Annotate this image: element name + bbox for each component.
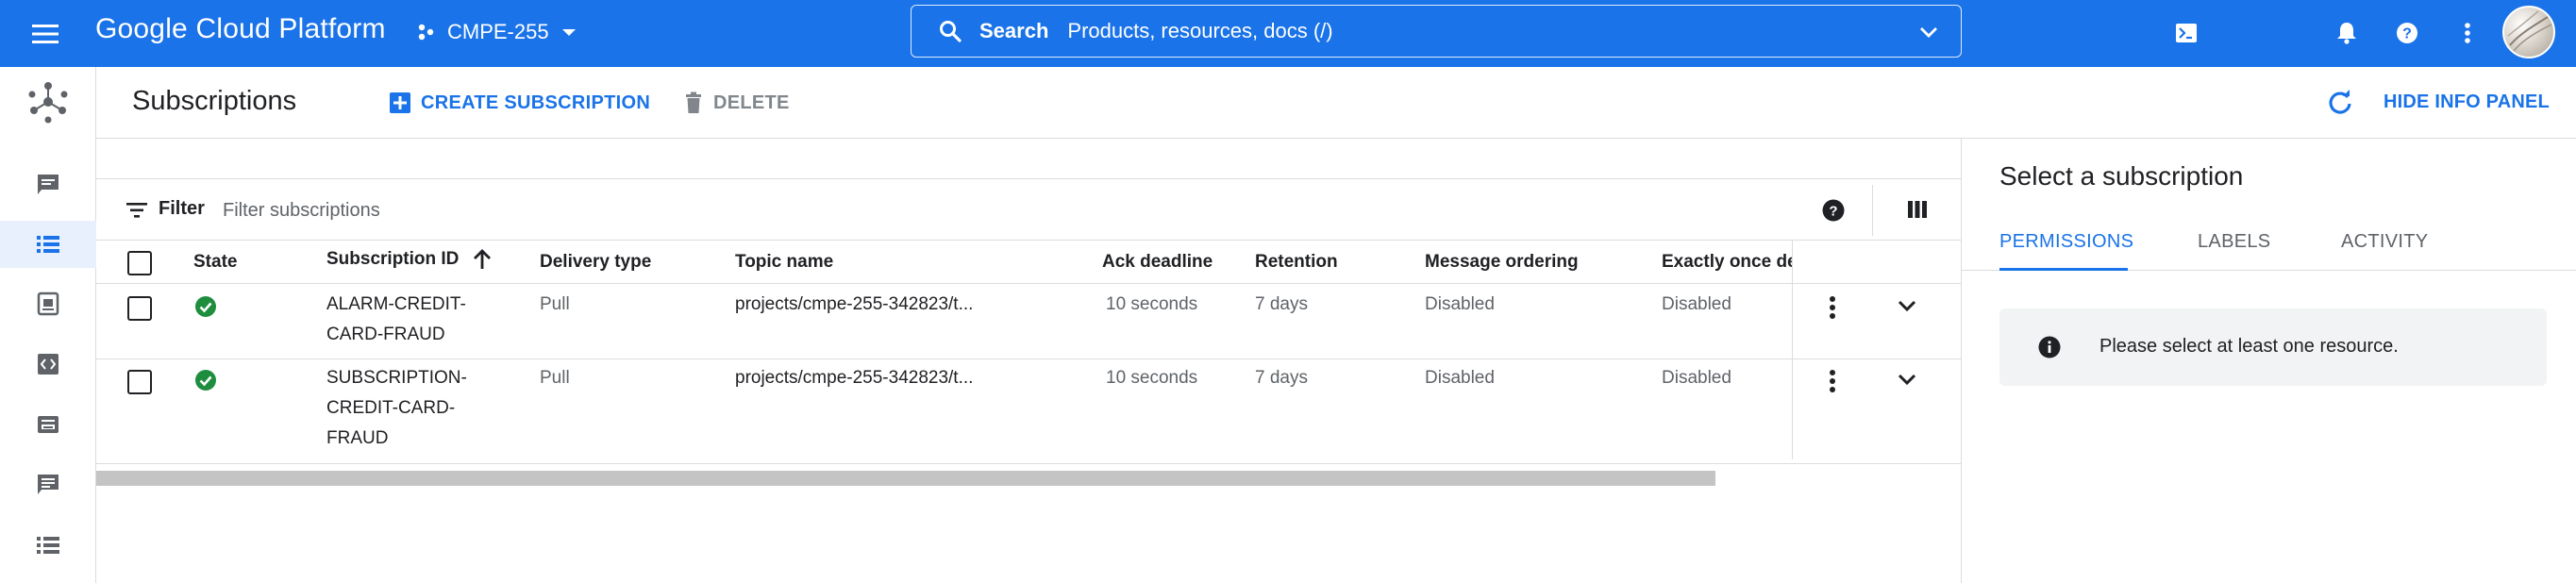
tab-activity[interactable]: ACTIVITY <box>2341 231 2428 253</box>
snapshots-icon[interactable] <box>34 290 62 318</box>
schemas-icon[interactable] <box>34 350 62 378</box>
avatar[interactable] <box>2502 6 2555 58</box>
topic-name-link[interactable]: projects/cmpe-255-342823/t... <box>735 290 973 320</box>
action-bar: Subscriptions CREATE SUBSCRIPTION DELETE… <box>96 67 2576 139</box>
column-header-subscription-id[interactable]: Subscription ID <box>326 248 493 271</box>
lite-subscriptions-icon[interactable] <box>34 471 62 499</box>
retention: 7 days <box>1255 368 1308 388</box>
lite-topics-icon[interactable] <box>34 410 62 439</box>
left-nav <box>0 67 96 583</box>
row-checkbox[interactable] <box>127 370 152 394</box>
subscription-id[interactable]: ALARM-CREDIT- CARD-FRAUD <box>326 290 466 350</box>
help-icon[interactable]: ? <box>2391 17 2423 49</box>
chevron-down-icon[interactable] <box>1895 293 1919 318</box>
exactly-once-delivery: Disabled <box>1662 368 1731 388</box>
trash-icon <box>683 92 704 114</box>
project-icon <box>415 21 438 43</box>
ack-deadline: 10 seconds <box>1106 368 1198 388</box>
delete-button[interactable]: DELETE <box>683 90 790 116</box>
check-circle-icon <box>194 295 217 318</box>
chevron-down-icon[interactable] <box>1917 21 1940 43</box>
cloud-shell-icon[interactable] <box>2170 17 2202 49</box>
divider <box>1872 185 1873 236</box>
sidebar-item-subscriptions[interactable] <box>0 221 96 268</box>
info-panel-tabs: PERMISSIONS LABELS ACTIVITY <box>1962 214 2576 271</box>
column-header-topic-name[interactable]: Topic name <box>735 252 833 273</box>
top-app-bar: Google Cloud Platform CMPE-255 Search Pr… <box>0 0 2576 67</box>
info-message: Please select at least one resource. <box>1999 308 2547 386</box>
refresh-icon[interactable] <box>2325 88 2355 118</box>
column-header-ack-deadline[interactable]: Ack deadline <box>1102 252 1213 273</box>
horizontal-scrollbar[interactable] <box>96 471 1715 486</box>
row-checkbox[interactable] <box>127 296 152 321</box>
subscription-id[interactable]: SUBSCRIPTION- CREDIT-CARD- FRAUD <box>326 363 467 454</box>
search-placeholder: Products, resources, docs (/) <box>1067 19 1333 42</box>
lite-reservations-icon[interactable] <box>34 531 62 559</box>
create-subscription-label: CREATE SUBSCRIPTION <box>421 92 651 113</box>
column-header-delivery-type[interactable]: Delivery type <box>540 252 651 273</box>
pubsub-logo-icon[interactable] <box>25 78 72 125</box>
exactly-once-delivery: Disabled <box>1662 294 1731 314</box>
column-display-icon[interactable] <box>1906 198 1929 221</box>
tab-permissions[interactable]: PERMISSIONS <box>1999 231 2133 253</box>
filter-label[interactable]: Filter <box>159 198 205 220</box>
app-title[interactable]: Google Cloud Platform <box>95 13 386 45</box>
project-selector[interactable]: CMPE-255 <box>415 13 579 51</box>
more-vert-icon[interactable] <box>1821 367 1844 395</box>
filter-icon[interactable] <box>125 200 149 221</box>
help-icon[interactable]: ? <box>1821 198 1846 223</box>
retention: 7 days <box>1255 294 1308 314</box>
menu-icon[interactable] <box>26 15 64 53</box>
chevron-down-icon[interactable] <box>1895 367 1919 391</box>
table-header: State Subscription ID Delivery type Topi… <box>96 241 1961 284</box>
info-message-text: Please select at least one resource. <box>2099 336 2399 357</box>
create-subscription-button[interactable]: CREATE SUBSCRIPTION <box>389 90 650 116</box>
filter-bar: Filter ? <box>96 178 1961 241</box>
subscriptions-icon <box>34 230 62 258</box>
info-icon <box>2037 335 2062 359</box>
delete-label: DELETE <box>713 92 790 113</box>
active-tab-indicator <box>1999 268 2128 271</box>
sticky-column-divider <box>1792 241 1793 459</box>
search-icon <box>938 19 962 43</box>
delivery-type: Pull <box>540 368 570 388</box>
check-circle-icon <box>194 369 217 391</box>
table-row[interactable]: SUBSCRIPTION- CREDIT-CARD- FRAUD Pull pr… <box>96 359 1961 464</box>
chevron-down-icon <box>559 22 579 42</box>
column-header-message-ordering[interactable]: Message ordering <box>1425 252 1579 273</box>
info-panel: Select a subscription PERMISSIONS LABELS… <box>1961 139 2576 583</box>
column-header-retention[interactable]: Retention <box>1255 252 1338 273</box>
ack-deadline: 10 seconds <box>1106 294 1198 314</box>
select-all-checkbox[interactable] <box>127 251 152 275</box>
search-label: Search <box>979 19 1049 42</box>
arrow-upward-icon <box>472 248 493 271</box>
tab-labels[interactable]: LABELS <box>2198 231 2270 253</box>
table-row[interactable]: ALARM-CREDIT- CARD-FRAUD Pull projects/c… <box>96 284 1961 359</box>
search-bar[interactable]: Search Products, resources, docs (/) <box>911 5 1962 58</box>
notifications-icon[interactable] <box>2331 17 2363 49</box>
column-header-state[interactable]: State <box>193 252 237 273</box>
topics-icon[interactable] <box>34 171 62 199</box>
page-title: Subscriptions <box>132 86 297 116</box>
topic-name-link[interactable]: projects/cmpe-255-342823/t... <box>735 363 973 393</box>
message-ordering: Disabled <box>1425 368 1495 388</box>
more-vert-icon[interactable] <box>2451 17 2484 49</box>
column-header-exactly-once[interactable]: Exactly once del <box>1662 252 1792 273</box>
add-box-icon <box>389 92 411 114</box>
hide-info-panel-button[interactable]: HIDE INFO PANEL <box>2384 92 2550 113</box>
subscriptions-list: Filter ? State Subscription ID Delivery … <box>96 139 1961 583</box>
filter-input[interactable] <box>221 194 881 226</box>
delivery-type: Pull <box>540 294 570 314</box>
column-header-label: Subscription ID <box>326 249 460 269</box>
project-name: CMPE-255 <box>447 20 549 43</box>
svg-text:?: ? <box>1829 204 1837 220</box>
message-ordering: Disabled <box>1425 294 1495 314</box>
more-vert-icon[interactable] <box>1821 293 1844 322</box>
info-panel-title: Select a subscription <box>1999 161 2244 191</box>
svg-text:?: ? <box>2402 26 2412 42</box>
